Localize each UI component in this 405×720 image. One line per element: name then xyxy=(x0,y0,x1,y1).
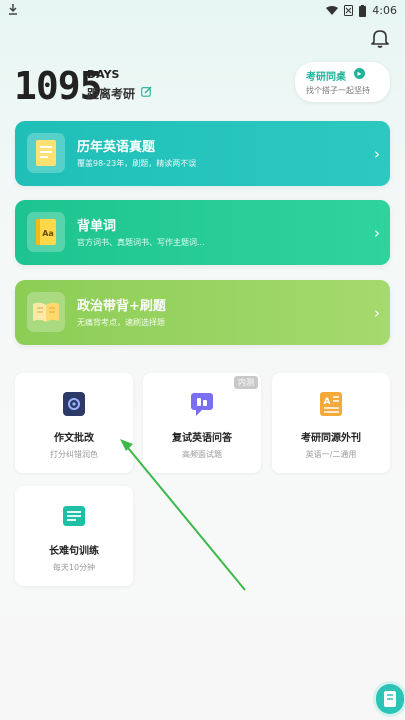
battery-icon xyxy=(359,4,367,17)
edit-icon[interactable] xyxy=(141,86,152,97)
open-book-icon xyxy=(27,292,65,332)
svg-text:A: A xyxy=(324,397,331,407)
vocabulary-card[interactable]: Aa 背单词 官方词书、真题词书、写作主题词... › xyxy=(15,200,390,265)
status-bar: 4:06 xyxy=(0,0,405,22)
chat-bubble-icon xyxy=(191,393,213,416)
beta-badge: 内测 xyxy=(234,376,258,389)
arrow-right-icon: ▸ xyxy=(354,68,365,79)
annotation-arrow xyxy=(120,439,246,591)
foreign-journal-title: 考研同源外刊 xyxy=(301,433,361,444)
essay-correction-icon xyxy=(63,392,85,416)
study-buddy-title: 考研同桌 xyxy=(306,72,346,83)
foreign-journal-tile[interactable]: A 考研同源外刊 英语一/二通用 xyxy=(272,373,390,473)
wifi-icon xyxy=(326,5,339,15)
days-label: DAYS xyxy=(87,68,120,81)
sentence-training-icon xyxy=(63,506,85,526)
study-buddy-card[interactable]: 考研同桌 ▸ 找个搭子一起坚持 xyxy=(295,62,390,102)
vocabulary-subtitle: 官方词书、真题词书、写作主题词... xyxy=(77,238,205,247)
politics-title: 政治带背+刷题 xyxy=(77,299,166,314)
chevron-right-icon: › xyxy=(374,224,380,242)
study-buddy-subtitle: 找个搭子一起坚持 xyxy=(306,86,370,95)
long-sentence-subtitle: 每天10分钟 xyxy=(52,563,96,572)
long-sentence-tile[interactable]: 长难句训练 每天10分钟 xyxy=(15,486,133,586)
essay-correction-title: 作文批改 xyxy=(54,433,94,444)
notification-bell-icon[interactable] xyxy=(371,28,389,48)
english-exam-subtitle: 覆盖98-23年，刷题，精读两不误 xyxy=(77,159,197,168)
floating-book-button[interactable] xyxy=(376,684,404,714)
essay-correction-tile[interactable]: 作文批改 打分纠错润色 xyxy=(15,373,133,473)
politics-subtitle: 无痛背考点，速刷选择题 xyxy=(77,318,165,327)
document-icon xyxy=(27,133,65,173)
long-sentence-title: 长难句训练 xyxy=(49,546,99,557)
download-icon xyxy=(9,4,17,15)
politics-card[interactable]: 政治带背+刷题 无痛背考点，速刷选择题 › xyxy=(15,280,390,345)
interview-english-subtitle: 高频面试题 xyxy=(182,450,222,459)
chevron-right-icon: › xyxy=(374,304,380,322)
interview-english-title: 复试英语问答 xyxy=(172,433,232,444)
countdown-subtitle: 距离考研 xyxy=(87,87,136,101)
chevron-right-icon: › xyxy=(374,145,380,163)
svg-text:Aa: Aa xyxy=(42,229,54,238)
journal-icon: A xyxy=(320,392,342,416)
interview-english-tile[interactable]: 内测 复试英语问答 高频面试题 xyxy=(143,373,261,473)
vocabulary-title: 背单词 xyxy=(77,219,117,234)
status-time: 4:06 xyxy=(372,4,397,17)
no-sim-icon xyxy=(344,5,354,16)
english-exam-card[interactable]: 历年英语真题 覆盖98-23年，刷题，精读两不误 › xyxy=(15,121,390,186)
essay-correction-subtitle: 打分纠错润色 xyxy=(50,450,98,459)
word-book-icon: Aa xyxy=(27,212,65,252)
book-icon xyxy=(384,691,396,707)
english-exam-title: 历年英语真题 xyxy=(77,140,156,155)
foreign-journal-subtitle: 英语一/二通用 xyxy=(305,450,357,459)
